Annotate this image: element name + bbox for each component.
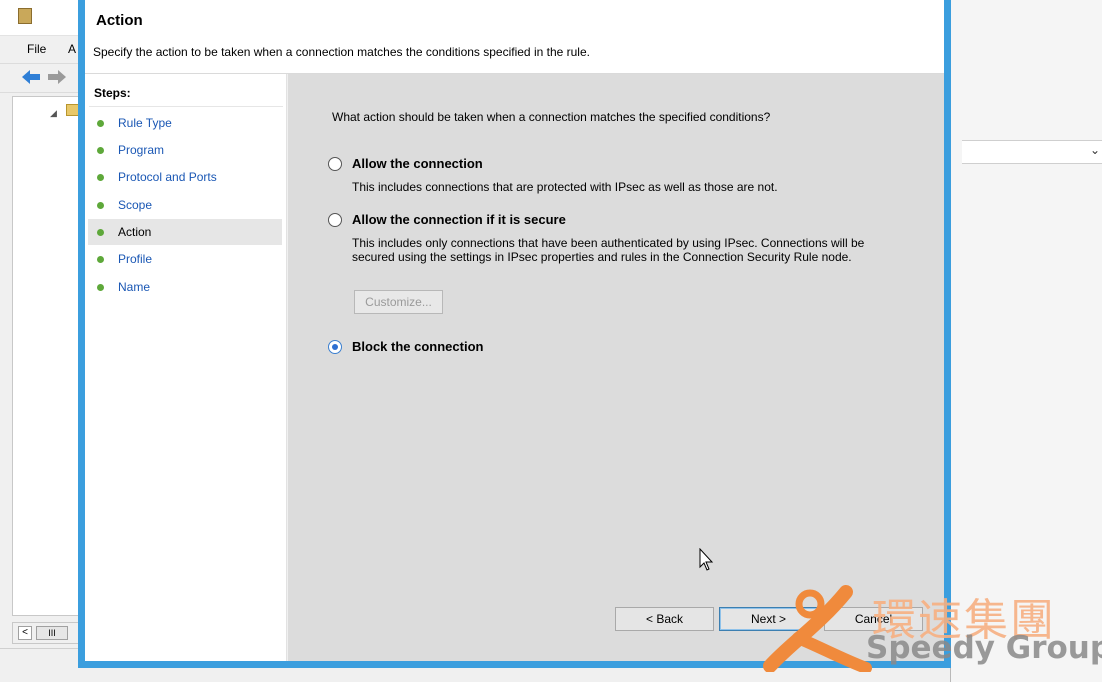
- menu-action[interactable]: A: [68, 42, 76, 56]
- step-label[interactable]: Program: [118, 143, 164, 157]
- green-bullet-icon: [97, 120, 104, 127]
- scroll-left-button[interactable]: <: [18, 626, 32, 640]
- steps-heading: Steps:: [94, 86, 131, 100]
- step-scope[interactable]: Scope: [88, 192, 282, 218]
- step-label[interactable]: Scope: [118, 198, 152, 212]
- step-label[interactable]: Action: [118, 225, 151, 239]
- tree-expander-icon[interactable]: ◢: [50, 108, 57, 119]
- step-label[interactable]: Name: [118, 280, 150, 294]
- radio-block[interactable]: [328, 340, 342, 354]
- step-label[interactable]: Rule Type: [118, 116, 172, 130]
- step-rule-type[interactable]: Rule Type: [88, 110, 282, 136]
- step-profile[interactable]: Profile: [88, 246, 282, 272]
- forward-arrow-icon[interactable]: [48, 70, 66, 84]
- action-question: What action should be taken when a conne…: [332, 110, 771, 124]
- radio-block-label[interactable]: Block the connection: [352, 339, 483, 354]
- page-subtitle: Specify the action to be taken when a co…: [93, 45, 590, 59]
- wizard-header: Action Specify the action to be taken wh…: [85, 0, 944, 74]
- green-bullet-icon: [97, 174, 104, 181]
- mouse-pointer-icon: [699, 548, 714, 571]
- step-program[interactable]: Program: [88, 137, 282, 163]
- step-action[interactable]: Action: [88, 219, 282, 245]
- green-bullet-icon: [97, 147, 104, 154]
- action-content-pane: What action should be taken when a conne…: [288, 74, 944, 661]
- step-label[interactable]: Protocol and Ports: [118, 170, 217, 184]
- back-arrow-icon[interactable]: [22, 70, 40, 84]
- console-tree-pane: [12, 96, 80, 616]
- scroll-thumb[interactable]: III: [36, 626, 68, 640]
- page-title: Action: [96, 12, 143, 29]
- back-button[interactable]: < Back: [615, 607, 714, 631]
- speedy-group-logo-icon: [763, 585, 872, 672]
- customize-button[interactable]: Customize...: [354, 290, 443, 314]
- radio-allow-secure[interactable]: [328, 213, 342, 227]
- steps-pane: Steps: Rule Type Program Protocol and Po…: [85, 74, 287, 661]
- green-bullet-icon: [97, 284, 104, 291]
- radio-allow-description: This includes connections that are prote…: [352, 180, 778, 194]
- chevron-down-icon[interactable]: ⌄: [1090, 143, 1100, 157]
- step-label[interactable]: Profile: [118, 252, 152, 266]
- step-protocol-and-ports[interactable]: Protocol and Ports: [88, 164, 282, 190]
- actions-dropdown[interactable]: [962, 140, 1102, 164]
- green-bullet-icon: [97, 229, 104, 236]
- app-icon: [18, 8, 32, 24]
- radio-allow-secure-label[interactable]: Allow the connection if it is secure: [352, 212, 566, 227]
- step-name[interactable]: Name: [88, 274, 282, 300]
- radio-allow-secure-description: This includes only connections that have…: [352, 236, 865, 264]
- radio-allow-label[interactable]: Allow the connection: [352, 156, 483, 171]
- speedy-group-watermark: 環速集團 Speedy Group: [762, 580, 1102, 676]
- console-toolbar: [0, 63, 80, 93]
- menu-file[interactable]: File: [27, 42, 46, 56]
- steps-divider: [89, 106, 283, 107]
- radio-allow[interactable]: [328, 157, 342, 171]
- watermark-english-text: Speedy Group: [866, 630, 1102, 666]
- new-rule-wizard-dialog: Action Specify the action to be taken wh…: [78, 0, 951, 668]
- green-bullet-icon: [97, 256, 104, 263]
- green-bullet-icon: [97, 202, 104, 209]
